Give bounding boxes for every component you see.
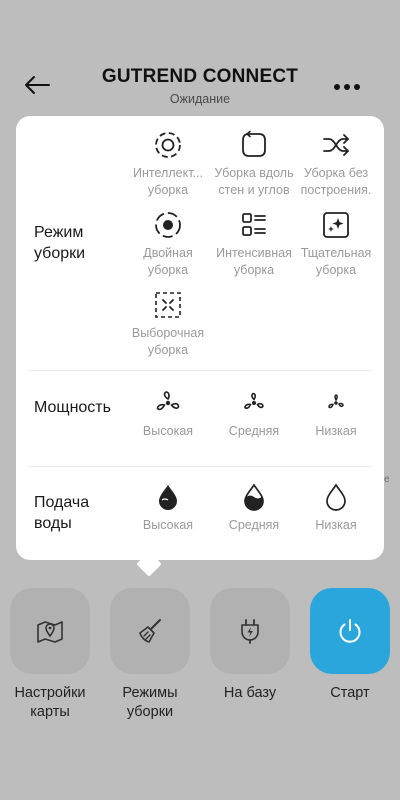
random-clean-icon (323, 134, 349, 156)
water-high-icon (159, 485, 177, 510)
mode-double-clean-line2: уборка (147, 263, 189, 277)
edge-clean-icon (242, 130, 266, 157)
mode-thorough-clean-line2: уборка (315, 263, 357, 277)
power-label: Мощность (34, 399, 111, 416)
water-section: Подача воды Высокая Средняя Низкая (16, 466, 384, 560)
mode-smart-clean-line1: Интеллект... (133, 166, 203, 180)
power-low-option[interactable]: Низкая (288, 388, 384, 440)
water-medium-icon (244, 483, 264, 511)
return-to-base-button[interactable] (210, 588, 290, 674)
map-settings-line2: карты (30, 704, 70, 720)
smart-clean-icon (155, 132, 181, 158)
power-high-label: Высокая (142, 424, 194, 438)
mode-smart-clean[interactable]: Интеллект... уборка (120, 130, 216, 199)
cleaning-modes-button[interactable] (110, 588, 190, 674)
broom-icon (139, 619, 161, 643)
mode-random-clean-line1: Уборка без (303, 166, 369, 180)
mode-random-clean-line2: построения. (300, 183, 372, 197)
app-header: GUTREND CONNECT Ожидание (0, 50, 400, 110)
charging-plug-icon (241, 619, 259, 644)
mode-double-clean[interactable]: Двойная уборка (120, 210, 216, 279)
map-settings-line1: Настройки (14, 685, 86, 701)
mode-spot-clean-line1: Выборочная (131, 326, 205, 340)
start-button[interactable] (310, 588, 390, 674)
water-label-line2: воды (34, 515, 72, 532)
cleaning-settings-popup: Режим уборки Интеллект... уборка Уборка … (16, 116, 384, 560)
fan-medium-icon (244, 392, 264, 410)
power-section: Мощность Высокая Средняя Низкая (16, 370, 384, 466)
mode-double-clean-line1: Двойная (143, 246, 193, 260)
mode-random-clean[interactable]: Уборка без построения. (288, 130, 384, 199)
mode-spot-clean[interactable]: Выборочная уборка (120, 290, 216, 359)
map-settings-label: Настройки карты (0, 684, 100, 722)
mode-thorough-clean[interactable]: Тщательная уборка (288, 210, 384, 279)
power-icon (339, 619, 361, 643)
cleaning-modes-label: Режимы уборки (100, 684, 200, 722)
fan-low-icon (328, 394, 344, 409)
background-hint-text: е (384, 474, 390, 485)
cleaning-mode-label-line1: Режим (34, 224, 84, 241)
water-high-option[interactable]: Высокая (120, 482, 216, 534)
cleaning-modes-line1: Режимы (122, 685, 178, 701)
water-low-label: Низкая (315, 518, 357, 532)
mode-thorough-clean-line1: Тщательная (300, 246, 372, 260)
water-low-option[interactable]: Низкая (288, 482, 384, 534)
thorough-clean-icon (323, 212, 349, 238)
mode-smart-clean-line2: уборка (147, 183, 189, 197)
start-label: Старт (330, 685, 370, 701)
water-label-line1: Подача (34, 494, 90, 511)
return-to-base-label: На базу (223, 685, 277, 701)
mode-spot-clean-line2: уборка (147, 343, 189, 357)
map-pin-icon (37, 621, 63, 643)
double-clean-icon (155, 212, 181, 238)
spot-clean-icon (155, 292, 181, 318)
water-high-label: Высокая (142, 518, 194, 532)
water-low-icon (326, 483, 346, 511)
device-status: Ожидание (169, 92, 231, 106)
more-options-icon[interactable] (334, 82, 364, 94)
power-low-label: Низкая (315, 424, 357, 438)
cleaning-mode-label-line2: уборки (34, 245, 86, 262)
power-high-option[interactable]: Высокая (120, 388, 216, 440)
cleaning-mode-label: Режим уборки (34, 222, 85, 264)
fan-high-icon (156, 391, 180, 411)
intensive-clean-icon (242, 213, 266, 236)
cleaning-modes-line2: уборки (126, 704, 174, 720)
water-label: Подача воды (34, 492, 89, 534)
cleaning-mode-section: Режим уборки Интеллект... уборка Уборка … (16, 116, 384, 370)
map-settings-button[interactable] (10, 588, 90, 674)
